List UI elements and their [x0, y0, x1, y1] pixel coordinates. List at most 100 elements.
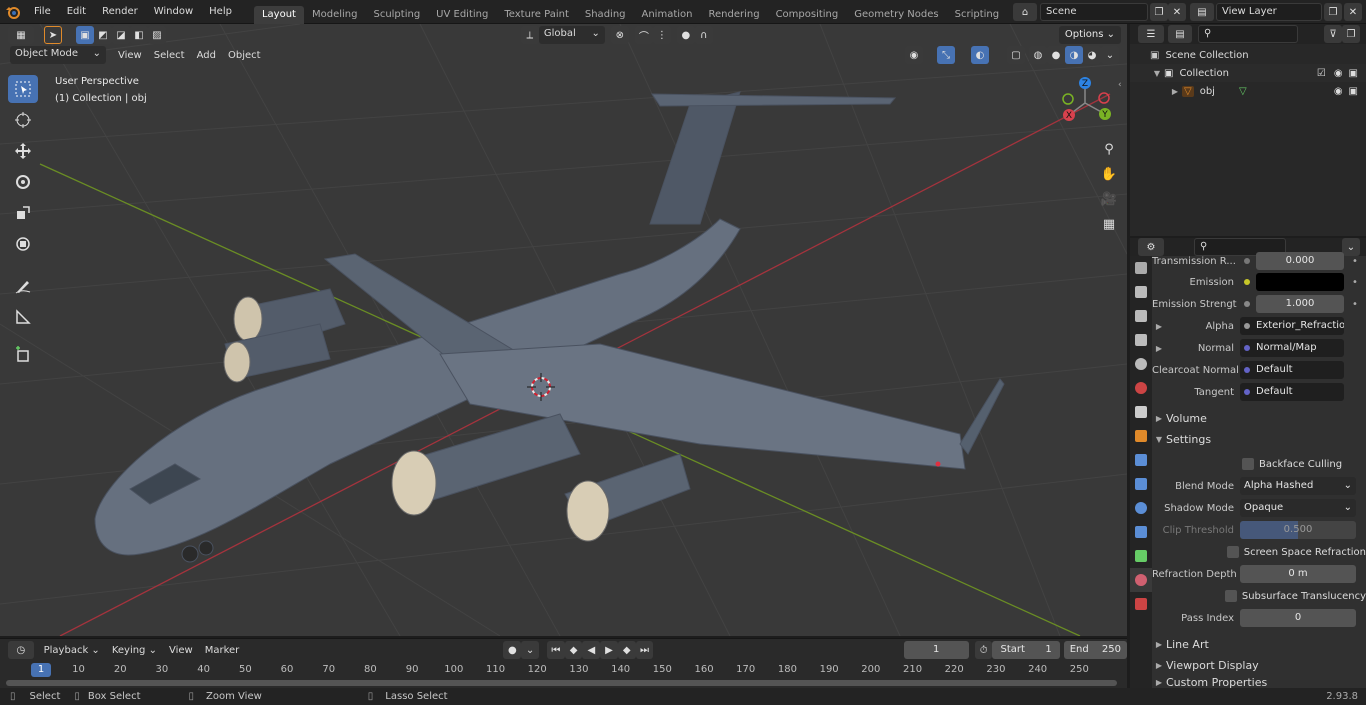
menu-file[interactable]: File: [26, 0, 59, 24]
timeline-view-menu[interactable]: View: [163, 645, 199, 656]
keying-set-icon[interactable]: ⌄: [521, 641, 539, 659]
start-frame-field[interactable]: Start 1: [992, 641, 1060, 659]
scene-browse-icon[interactable]: ⌂: [1013, 3, 1037, 21]
transform-orientation-dropdown[interactable]: Global ⌄: [538, 26, 605, 44]
preview-range-icon[interactable]: ⏱: [974, 641, 993, 659]
tab-view-layer-icon[interactable]: [1130, 328, 1152, 352]
select-box-tool-icon[interactable]: [8, 75, 38, 103]
current-frame-field[interactable]: 1: [903, 641, 969, 659]
move-tool-icon[interactable]: [8, 137, 38, 165]
expand-icon[interactable]: ▶: [1152, 322, 1166, 331]
play-icon[interactable]: ▶: [600, 641, 618, 659]
shading-wireframe-icon[interactable]: ◍: [1029, 46, 1047, 64]
tab-texture-icon[interactable]: [1130, 592, 1152, 616]
socket-icon[interactable]: [1244, 301, 1250, 307]
shading-options-icon[interactable]: ⌄: [1101, 46, 1119, 64]
options-button[interactable]: Options ⌄: [1058, 26, 1121, 44]
render-camera-icon[interactable]: ▣: [1349, 68, 1358, 79]
tab-shading[interactable]: Shading: [577, 6, 634, 24]
tab-output-icon[interactable]: [1130, 304, 1152, 328]
tab-material-icon[interactable]: [1130, 568, 1152, 592]
visibility-filter-icon[interactable]: ◉: [905, 46, 923, 64]
shadow-mode-dropdown[interactable]: Opaque ⌄: [1240, 499, 1356, 517]
outliner-editor-icon[interactable]: ☰: [1138, 25, 1164, 43]
refraction-depth-field[interactable]: 0 m: [1240, 565, 1356, 583]
proportional-edit-icon[interactable]: ●: [676, 26, 695, 44]
tab-object-icon[interactable]: [1130, 424, 1152, 448]
alpha-link-field[interactable]: Exterior_Refraction_...: [1240, 317, 1344, 335]
tab-physics-icon[interactable]: [1130, 496, 1152, 520]
pivot-point-icon[interactable]: ⊗: [610, 26, 629, 44]
tangent-field[interactable]: Default: [1240, 383, 1344, 401]
filter-icon[interactable]: ⊽: [1324, 25, 1342, 43]
visibility-eye-icon[interactable]: ◉: [1334, 68, 1343, 79]
blender-logo-icon[interactable]: [0, 0, 26, 24]
tab-render-icon[interactable]: [1130, 280, 1152, 304]
select-invert-icon[interactable]: ◧: [130, 26, 148, 44]
select-subtract-icon[interactable]: ◪: [112, 26, 130, 44]
tab-scripting[interactable]: Scripting: [947, 6, 1007, 24]
tab-layout[interactable]: Layout: [253, 5, 304, 24]
marker-menu[interactable]: Marker: [199, 645, 246, 656]
tab-compositing[interactable]: Compositing: [768, 6, 847, 24]
transform-orientation-icon[interactable]: ⟂: [520, 26, 539, 44]
prop-subsurface-translucency[interactable]: Subsurface Translucency: [1152, 586, 1366, 606]
menu-add[interactable]: Add: [191, 50, 222, 61]
sidebar-toggle-icon[interactable]: ‹: [1118, 80, 1127, 92]
rotate-tool-icon[interactable]: [8, 168, 38, 196]
falloff-icon[interactable]: ∩: [694, 26, 713, 44]
section-settings[interactable]: ▼ Settings: [1152, 429, 1366, 449]
tab-scene-icon[interactable]: [1130, 352, 1152, 376]
decorate-dot-icon[interactable]: •: [1352, 256, 1358, 267]
add-cube-tool-icon[interactable]: [8, 341, 38, 369]
snap-toggle-icon[interactable]: ⌒: [634, 26, 653, 44]
menu-object[interactable]: Object: [222, 50, 267, 61]
section-viewport-display[interactable]: ▶ Viewport Display: [1152, 655, 1366, 675]
outliner-row-scene-collection[interactable]: ▣ Scene Collection: [1130, 46, 1366, 64]
expand-icon[interactable]: ▶: [1168, 87, 1182, 96]
menu-edit[interactable]: Edit: [59, 0, 94, 24]
view-layer-remove-icon[interactable]: ✕: [1344, 3, 1362, 21]
outliner-row-obj[interactable]: ▶ ▽ obj ▽ ◉ ▣: [1130, 82, 1366, 100]
view-layer-field[interactable]: View Layer: [1216, 3, 1322, 21]
scale-tool-icon[interactable]: [8, 199, 38, 227]
scene-field[interactable]: Scene: [1040, 3, 1148, 21]
keying-menu[interactable]: Keying ⌄: [106, 645, 163, 656]
menu-render[interactable]: Render: [94, 0, 146, 24]
menu-view[interactable]: View: [112, 50, 148, 61]
scene-copy-icon[interactable]: ❐: [1150, 3, 1168, 21]
playback-menu[interactable]: Playback ⌄: [38, 645, 106, 656]
overlay-toggle-icon[interactable]: ◐: [971, 46, 989, 64]
camera-view-icon[interactable]: 🎥: [1099, 192, 1119, 212]
normal-link-field[interactable]: Normal/Map: [1240, 339, 1344, 357]
tab-texture-paint[interactable]: Texture Paint: [496, 6, 577, 24]
shading-solid-icon[interactable]: ●: [1047, 46, 1065, 64]
tab-modifier-icon[interactable]: [1130, 448, 1152, 472]
cursor-tool-icon[interactable]: [8, 106, 38, 134]
scene-remove-icon[interactable]: ✕: [1168, 3, 1186, 21]
emission-strength-field[interactable]: 1.000: [1256, 295, 1344, 313]
outliner-search-input[interactable]: ⚲: [1198, 25, 1298, 43]
prop-screen-space-refraction[interactable]: Screen Space Refraction: [1152, 542, 1366, 562]
new-collection-icon[interactable]: ❐: [1342, 25, 1360, 43]
screen-space-refraction-checkbox[interactable]: [1226, 546, 1239, 558]
navigation-gizmo[interactable]: Z X Y: [1058, 74, 1116, 132]
clip-threshold-slider[interactable]: 0.500: [1240, 521, 1356, 539]
auto-keying-icon[interactable]: ●: [503, 641, 522, 659]
prev-keyframe-icon[interactable]: ◆: [564, 641, 583, 659]
emission-color-field[interactable]: [1256, 273, 1344, 291]
socket-icon[interactable]: [1244, 258, 1250, 264]
menu-help[interactable]: Help: [201, 0, 240, 24]
shading-material-icon[interactable]: ◑: [1065, 46, 1083, 64]
backface-culling-checkbox[interactable]: [1242, 458, 1254, 470]
snap-target-icon[interactable]: ⋮: [652, 26, 671, 44]
blend-mode-dropdown[interactable]: Alpha Hashed ⌄: [1240, 477, 1356, 495]
view-layer-copy-icon[interactable]: ❐: [1324, 3, 1342, 21]
select-tool-icon[interactable]: ➤: [44, 26, 62, 44]
tab-constraints-icon[interactable]: [1130, 520, 1152, 544]
next-keyframe-icon[interactable]: ◆: [617, 641, 636, 659]
visibility-eye-icon[interactable]: ◉: [1334, 86, 1343, 97]
select-intersect-icon[interactable]: ▨: [148, 26, 166, 44]
tab-modeling[interactable]: Modeling: [304, 6, 366, 24]
end-frame-field[interactable]: End 250: [1063, 641, 1127, 659]
